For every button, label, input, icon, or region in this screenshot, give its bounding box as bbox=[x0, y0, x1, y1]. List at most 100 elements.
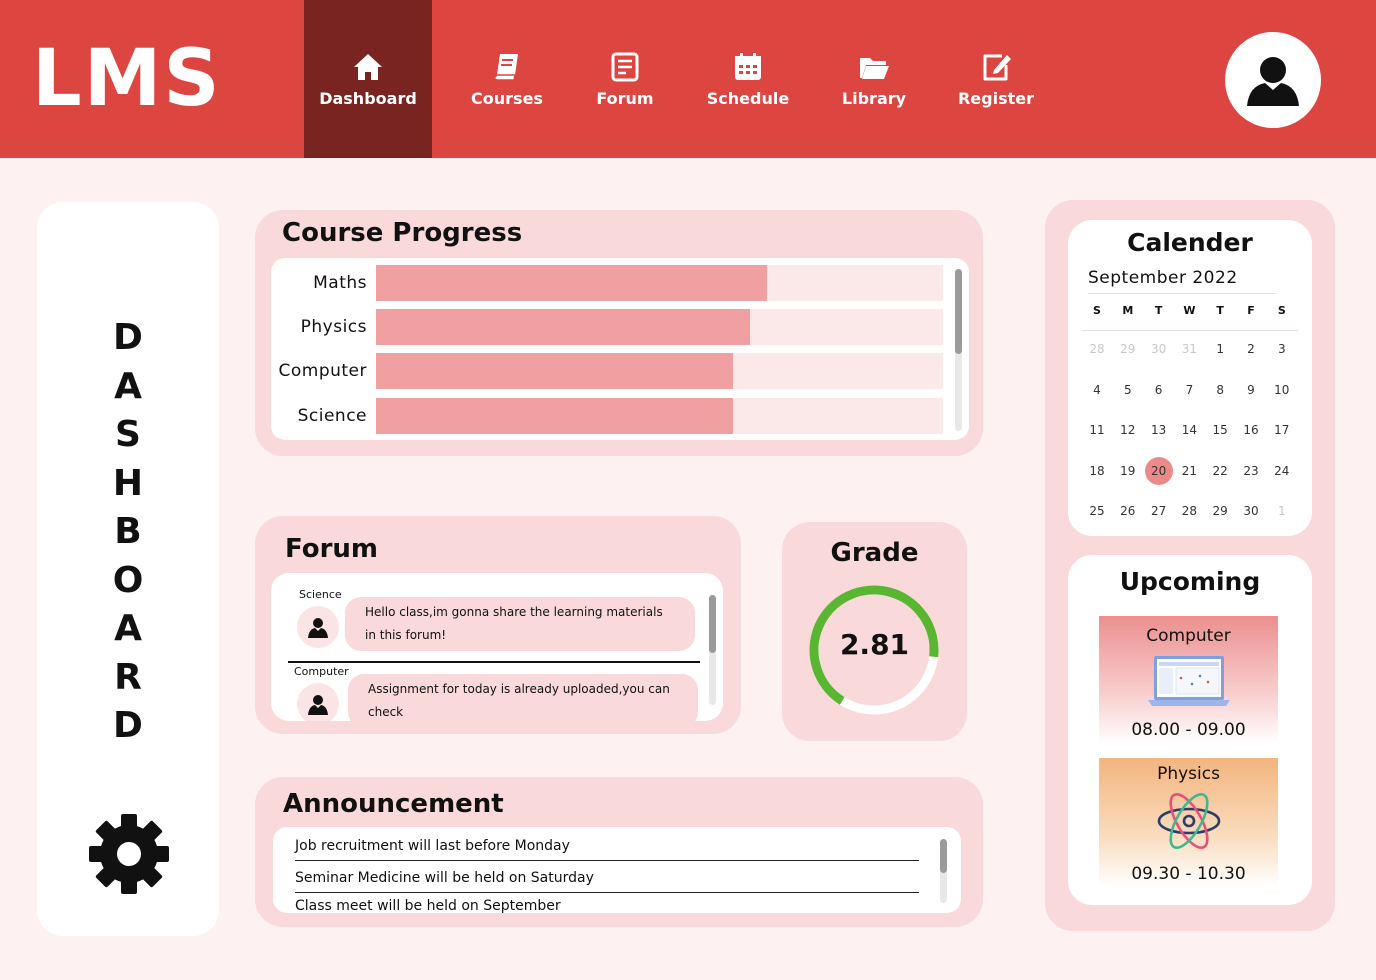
progress-bar-fill bbox=[376, 353, 734, 389]
progress-course-name: Physics bbox=[300, 317, 367, 337]
forum-post-message: Assignment for today is already uploaded… bbox=[348, 674, 698, 721]
nav-label: Courses bbox=[471, 88, 543, 108]
scrollbar-thumb[interactable] bbox=[955, 269, 962, 354]
announcement-scrollbar[interactable] bbox=[940, 839, 947, 903]
progress-row[interactable]: Computer bbox=[271, 353, 961, 389]
calendar-day[interactable]: 29 bbox=[1205, 497, 1235, 525]
calendar-day[interactable]: 5 bbox=[1113, 376, 1143, 404]
progress-bar-fill bbox=[376, 265, 768, 301]
calendar-day[interactable]: 4 bbox=[1082, 376, 1112, 404]
scrollbar-thumb[interactable] bbox=[709, 595, 716, 653]
progress-course-name: Maths bbox=[313, 273, 367, 293]
upcoming-course: Computer bbox=[1146, 626, 1231, 646]
nav-dashboard[interactable]: Dashboard bbox=[304, 0, 432, 158]
calendar-day[interactable]: 1 bbox=[1267, 497, 1297, 525]
calendar-day[interactable]: 19 bbox=[1113, 457, 1143, 485]
note-icon bbox=[611, 52, 639, 81]
profile-avatar[interactable] bbox=[1225, 32, 1321, 128]
calendar-day[interactable]: 13 bbox=[1144, 416, 1174, 444]
calendar-day[interactable]: 27 bbox=[1144, 497, 1174, 525]
announcement-item[interactable]: Class meet will be held on September bbox=[295, 891, 919, 913]
progress-track bbox=[376, 265, 943, 301]
laptop-icon bbox=[1147, 656, 1230, 706]
calendar-weekday: M bbox=[1122, 304, 1134, 317]
announcement-item[interactable]: Seminar Medicine will be held on Saturda… bbox=[295, 863, 919, 893]
sidebar-title-letter: H bbox=[112, 462, 144, 504]
app-logo[interactable]: LMS bbox=[32, 40, 222, 118]
sidebar-title: DASHBOARD bbox=[37, 314, 219, 751]
calendar-day[interactable]: 11 bbox=[1082, 416, 1112, 444]
forum-card: Forum Science Hello class,im gonna share… bbox=[255, 516, 741, 734]
calendar-day[interactable]: 6 bbox=[1144, 376, 1174, 404]
calendar-day[interactable]: 21 bbox=[1174, 457, 1204, 485]
nav-label: Library bbox=[841, 88, 907, 108]
nav-forum[interactable]: Forum bbox=[561, 0, 689, 158]
calendar-title: Calender bbox=[1127, 228, 1253, 257]
calendar-day[interactable]: 3 bbox=[1267, 335, 1297, 363]
calendar-day[interactable]: 25 bbox=[1082, 497, 1112, 525]
upcoming-item[interactable]: Physics 09.30 - 10.30 bbox=[1099, 758, 1278, 886]
top-header: LMS Dashboard Courses Forum Schedule Lib… bbox=[0, 0, 1376, 158]
calendar-day[interactable]: 23 bbox=[1236, 457, 1266, 485]
calendar-day[interactable]: 7 bbox=[1174, 376, 1204, 404]
gear-icon[interactable] bbox=[89, 814, 169, 894]
nav-courses[interactable]: Courses bbox=[443, 0, 571, 158]
sidebar-title-letter: R bbox=[114, 656, 142, 698]
forum-post-course: Computer bbox=[294, 665, 349, 678]
sidebar-title-letter: B bbox=[114, 511, 142, 552]
calendar-day[interactable]: 9 bbox=[1236, 376, 1266, 404]
nav-schedule[interactable]: Schedule bbox=[684, 0, 812, 158]
forum-avatar bbox=[297, 683, 339, 721]
calendar-day[interactable]: 2 bbox=[1236, 335, 1266, 363]
calendar-day[interactable]: 1 bbox=[1205, 335, 1235, 363]
calendar-day[interactable]: 8 bbox=[1205, 376, 1235, 404]
calendar-day-today[interactable]: 20 bbox=[1144, 456, 1173, 485]
calendar-widget: Calender September 2022 S M T W T F S 28 29 30 31 1… bbox=[1068, 220, 1312, 536]
forum-post-course: Science bbox=[299, 588, 342, 601]
announcement-item[interactable]: Job recruitment will last before Monday bbox=[295, 831, 919, 861]
calendar-day[interactable]: 22 bbox=[1205, 457, 1235, 485]
calendar-divider bbox=[1082, 330, 1298, 331]
sidebar-title-letter: D bbox=[113, 317, 143, 358]
calendar-day[interactable]: 30 bbox=[1144, 335, 1174, 363]
calendar-day[interactable]: 16 bbox=[1236, 416, 1266, 444]
announcement-list: Job recruitment will last before Monday … bbox=[273, 827, 961, 913]
calendar-day[interactable]: 26 bbox=[1113, 497, 1143, 525]
calendar-divider bbox=[1088, 293, 1276, 294]
course-progress-list: Maths Physics Computer Science bbox=[271, 258, 969, 440]
progress-scrollbar[interactable] bbox=[955, 269, 962, 431]
calendar-day[interactable]: 28 bbox=[1174, 497, 1204, 525]
progress-row[interactable]: Maths bbox=[271, 265, 961, 301]
progress-row[interactable]: Science bbox=[271, 398, 961, 434]
calendar-day[interactable]: 28 bbox=[1082, 335, 1112, 363]
progress-track bbox=[376, 353, 943, 389]
progress-row[interactable]: Physics bbox=[271, 309, 961, 345]
sidebar-title-letter: S bbox=[115, 414, 141, 455]
calendar-day[interactable]: 14 bbox=[1174, 416, 1204, 444]
nav-register[interactable]: Register bbox=[932, 0, 1060, 158]
atom-icon bbox=[1157, 793, 1220, 849]
calendar-day[interactable]: 10 bbox=[1267, 376, 1297, 404]
calendar-day[interactable]: 30 bbox=[1236, 497, 1266, 525]
upcoming-item[interactable]: Computer 08.00 - 09.00 bbox=[1099, 616, 1278, 744]
calendar-weekday: T bbox=[1216, 304, 1224, 317]
sidebar-title-letter: A bbox=[114, 365, 142, 407]
calendar-day[interactable]: 15 bbox=[1205, 416, 1235, 444]
calendar-month[interactable]: September 2022 bbox=[1088, 268, 1238, 288]
calendar-day[interactable]: 17 bbox=[1267, 416, 1297, 444]
calendar-day[interactable]: 12 bbox=[1113, 416, 1143, 444]
calendar-day[interactable]: 24 bbox=[1267, 457, 1297, 485]
scrollbar-thumb[interactable] bbox=[940, 839, 947, 873]
progress-course-name: Science bbox=[297, 406, 367, 426]
calendar-day[interactable]: 29 bbox=[1113, 335, 1143, 363]
forum-scrollbar[interactable] bbox=[709, 595, 716, 705]
grade-title: Grade bbox=[830, 538, 919, 568]
nav-label: Forum bbox=[596, 88, 654, 108]
calendar-day[interactable]: 31 bbox=[1174, 335, 1204, 363]
calendar-day[interactable]: 18 bbox=[1082, 457, 1112, 485]
sidebar-title-letter: O bbox=[112, 559, 144, 601]
nav-library[interactable]: Library bbox=[810, 0, 938, 158]
user-icon bbox=[308, 695, 328, 715]
progress-course-name: Computer bbox=[278, 361, 367, 381]
announcement-card: Announcement Job recruitment will last b… bbox=[255, 777, 983, 927]
